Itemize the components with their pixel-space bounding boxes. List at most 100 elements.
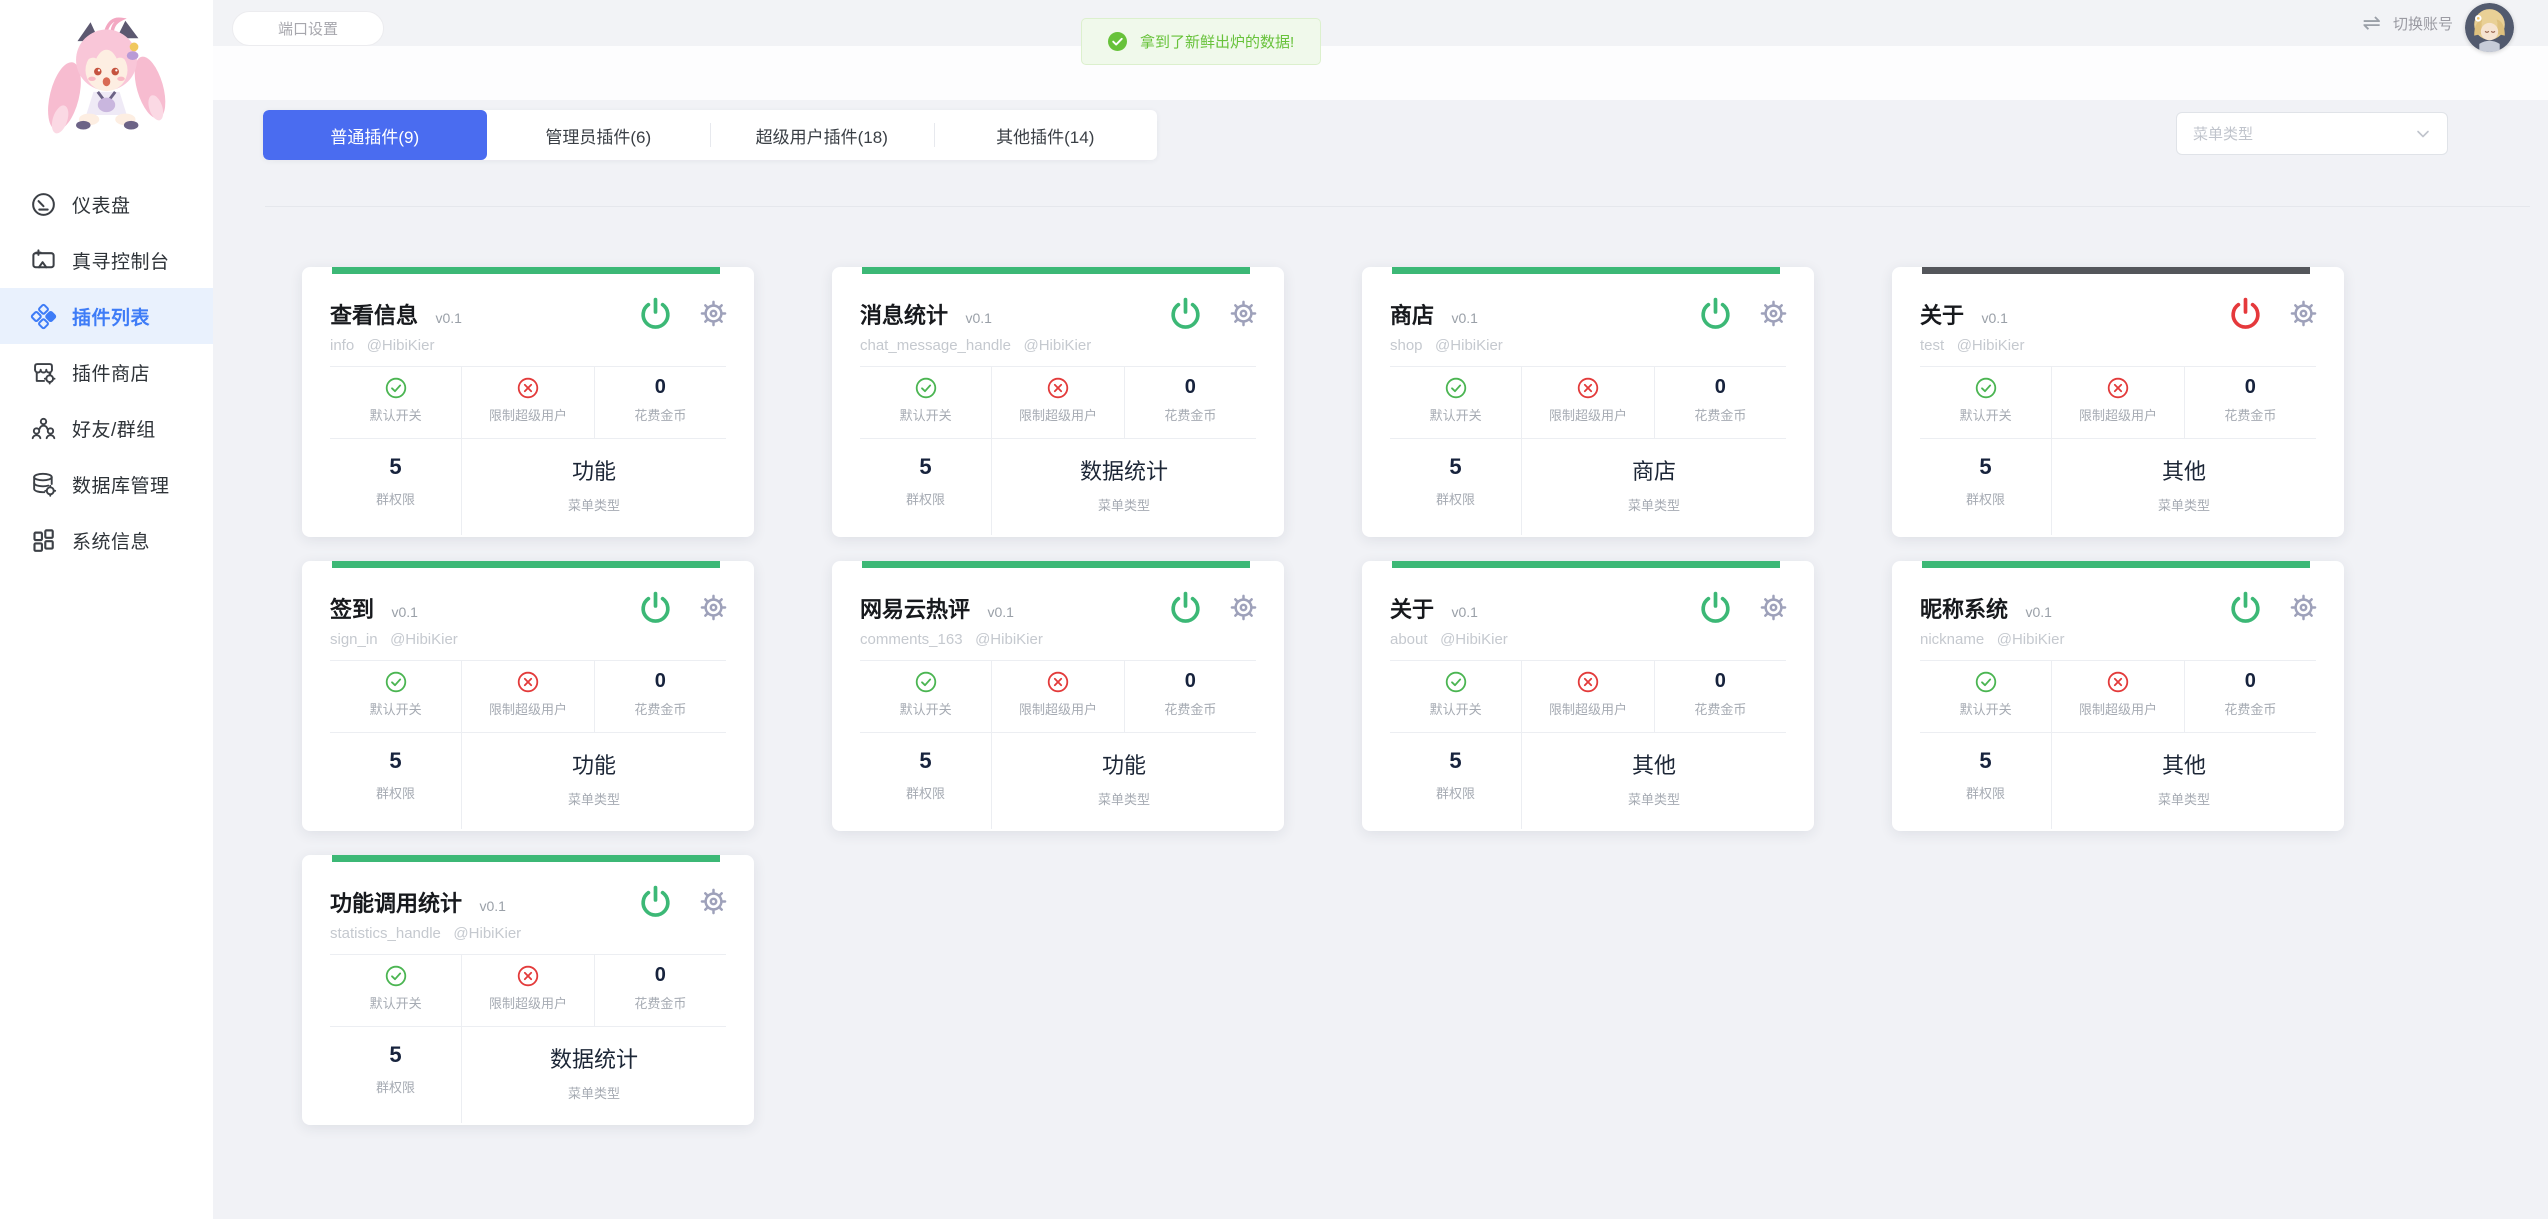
database-icon — [30, 471, 57, 498]
chevron-down-icon — [2415, 126, 2431, 142]
sidebar-item-label: 插件商店 — [72, 359, 150, 386]
settings-gear-button[interactable] — [699, 593, 728, 622]
sidebar-item-label: 系统信息 — [72, 527, 150, 554]
tab[interactable]: 普通插件(9) — [263, 110, 487, 160]
check-circle-icon — [1920, 670, 2051, 693]
cost-gold-value: 0 — [1185, 670, 1196, 693]
plugin-card: 签到 v0.1 sign_in @HibiKier — [302, 561, 754, 831]
x-circle-icon — [2052, 376, 2183, 399]
plugin-author: @HibiKier — [367, 337, 435, 354]
default-switch-cell: 默认开关 — [330, 367, 462, 438]
cost-gold-value: 0 — [655, 964, 666, 987]
menu-type-value: 其他 — [2052, 748, 2316, 780]
group-perm-cell: 5 群权限 — [330, 439, 462, 535]
switch-account-button[interactable]: 切换账号 — [2393, 13, 2453, 34]
cost-gold-cell: 0 花费金币 — [595, 955, 726, 1026]
menu-type-value: 功能 — [992, 748, 1256, 780]
plugin-module: comments_163 — [860, 631, 963, 648]
plugin-author: @HibiKier — [1440, 631, 1508, 648]
x-circle-icon — [992, 670, 1123, 693]
x-circle-icon — [1522, 670, 1653, 693]
menu-type-cell: 其他 菜单类型 — [1522, 733, 1786, 829]
success-toast: 拿到了新鲜出炉的数据! — [1081, 18, 1321, 65]
plugin-module: sign_in — [330, 631, 378, 648]
cost-gold-value: 0 — [2245, 670, 2256, 693]
power-toggle-button[interactable] — [1697, 589, 1734, 626]
plugin-title: 商店 — [1390, 303, 1434, 328]
default-switch-cell: 默认开关 — [1920, 661, 2052, 732]
menu-type-value: 其他 — [2052, 454, 2316, 486]
sidebar-item[interactable]: 真寻控制台 — [0, 232, 213, 288]
settings-gear-button[interactable] — [1759, 299, 1788, 328]
cost-gold-cell: 0 花费金币 — [1655, 367, 1786, 438]
settings-gear-button[interactable] — [1229, 593, 1258, 622]
plugin-module: shop — [1390, 337, 1423, 354]
plugin-version: v0.1 — [965, 310, 991, 326]
check-circle-icon — [860, 670, 991, 693]
power-toggle-button[interactable] — [637, 883, 674, 920]
settings-gear-button[interactable] — [1229, 299, 1258, 328]
limit-superuser-cell: 限制超级用户 — [1522, 367, 1654, 438]
console-icon — [30, 247, 57, 274]
tab[interactable]: 其他插件(14) — [934, 110, 1158, 160]
menu-type-select[interactable]: 菜单类型 — [2176, 112, 2448, 155]
tab[interactable]: 超级用户插件(18) — [710, 110, 934, 160]
power-toggle-button[interactable] — [2227, 295, 2264, 332]
store-icon — [30, 359, 57, 386]
power-toggle-button[interactable] — [637, 295, 674, 332]
success-icon — [1108, 32, 1127, 51]
sidebar-item[interactable]: 好友/群组 — [0, 400, 213, 456]
tab[interactable]: 管理员插件(6) — [487, 110, 711, 160]
plugin-module: test — [1920, 337, 1944, 354]
settings-gear-button[interactable] — [699, 887, 728, 916]
sidebar-item[interactable]: 仪表盘 — [0, 176, 213, 232]
sidebar-item[interactable]: 插件商店 — [0, 344, 213, 400]
port-settings-button[interactable]: 端口设置 — [232, 11, 384, 46]
chibi-mascot-image — [34, 15, 179, 160]
menu-type-cell: 数据统计 菜单类型 — [462, 1027, 726, 1123]
power-toggle-button[interactable] — [1167, 589, 1204, 626]
user-avatar[interactable] — [2465, 3, 2514, 52]
settings-gear-button[interactable] — [2289, 299, 2318, 328]
menu-type-value: 商店 — [1522, 454, 1786, 486]
limit-superuser-cell: 限制超级用户 — [462, 661, 594, 732]
sidebar-item[interactable]: 数据库管理 — [0, 456, 213, 512]
settings-gear-button[interactable] — [1759, 593, 1788, 622]
limit-superuser-cell: 限制超级用户 — [992, 367, 1124, 438]
plugin-author: @HibiKier — [1997, 631, 2065, 648]
plugin-version: v0.1 — [987, 604, 1013, 620]
power-toggle-button[interactable] — [1167, 295, 1204, 332]
settings-gear-button[interactable] — [699, 299, 728, 328]
plugin-card: 商店 v0.1 shop @HibiKier — [1362, 267, 1814, 537]
sidebar-item-label: 好友/群组 — [72, 415, 156, 442]
plugin-author: @HibiKier — [975, 631, 1043, 648]
power-toggle-button[interactable] — [1697, 295, 1734, 332]
plugin-card: 查看信息 v0.1 info @HibiKier — [302, 267, 754, 537]
check-circle-icon — [330, 670, 461, 693]
header-band — [213, 46, 2548, 100]
group-perm-value: 5 — [1390, 454, 1521, 480]
menu-type-cell: 数据统计 菜单类型 — [992, 439, 1256, 535]
default-switch-cell: 默认开关 — [860, 367, 992, 438]
plugin-version: v0.1 — [479, 898, 505, 914]
cost-gold-cell: 0 花费金币 — [1125, 661, 1256, 732]
settings-gear-button[interactable] — [2289, 593, 2318, 622]
cost-gold-cell: 0 花费金币 — [1125, 367, 1256, 438]
power-toggle-button[interactable] — [637, 589, 674, 626]
limit-superuser-cell: 限制超级用户 — [992, 661, 1124, 732]
x-circle-icon — [462, 670, 593, 693]
section-divider — [265, 206, 2530, 207]
default-switch-cell: 默认开关 — [1920, 367, 2052, 438]
sidebar-item[interactable]: 插件列表 — [0, 288, 213, 344]
menu-type-cell: 商店 菜单类型 — [1522, 439, 1786, 535]
power-toggle-button[interactable] — [2227, 589, 2264, 626]
group-perm-value: 5 — [330, 748, 461, 774]
sidebar-item[interactable]: 系统信息 — [0, 512, 213, 568]
cost-gold-value: 0 — [655, 670, 666, 693]
group-perm-cell: 5 群权限 — [1390, 439, 1522, 535]
plugin-author: @HibiKier — [390, 631, 458, 648]
cost-gold-value: 0 — [1715, 670, 1726, 693]
switch-account-icon: ⇌ — [2363, 12, 2381, 34]
menu-type-value: 数据统计 — [992, 454, 1256, 486]
group-perm-value: 5 — [1920, 748, 2051, 774]
